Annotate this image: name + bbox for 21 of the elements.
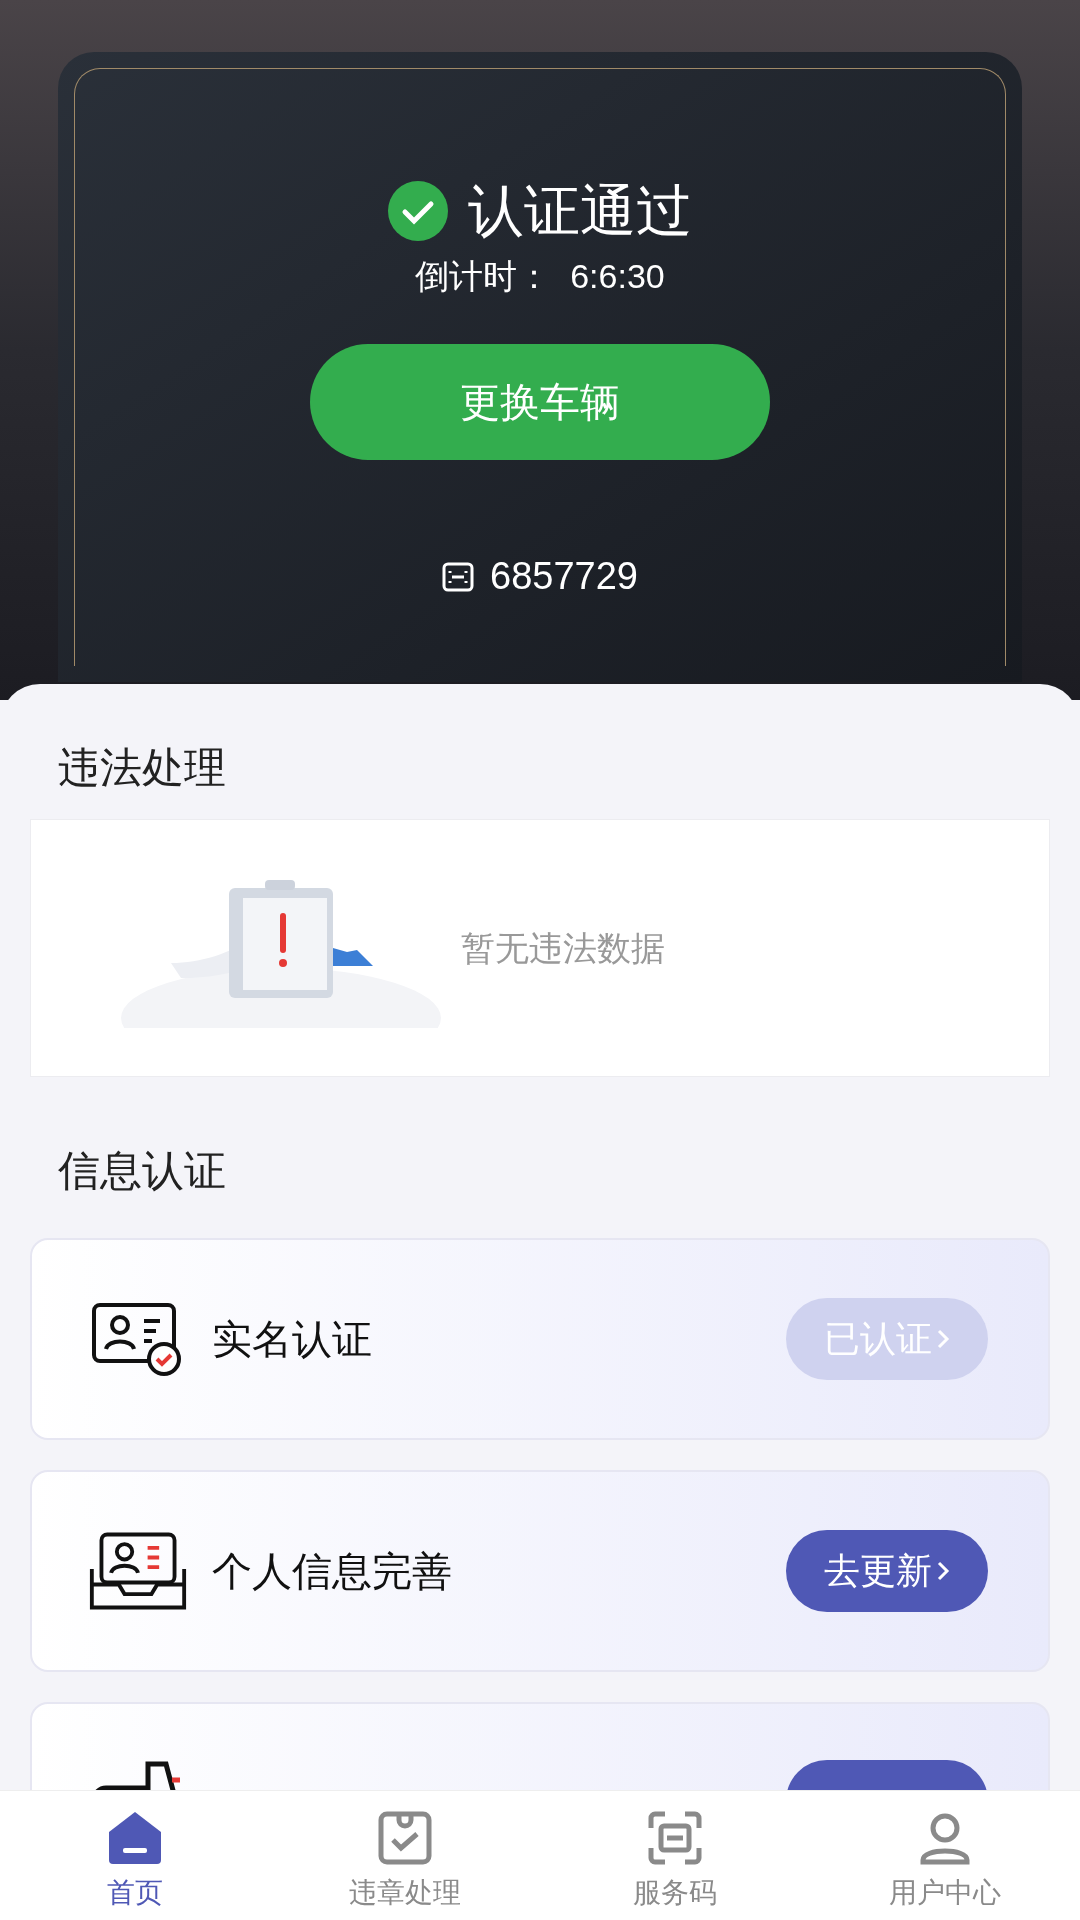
check-icon xyxy=(388,181,448,241)
nav-tab[interactable]: 用户中心 xyxy=(810,1791,1080,1920)
nav-tab[interactable]: 首页 xyxy=(0,1791,270,1920)
section-title: 违法处理 xyxy=(58,744,226,791)
status-title: 认证通过 xyxy=(468,183,692,239)
countdown-text: 倒计时： 6:6:30 xyxy=(415,256,665,297)
clipboard-check-icon xyxy=(377,1810,433,1866)
card-label: 个人信息完善 xyxy=(212,1548,452,1595)
plate-number: 6857729 xyxy=(490,554,638,599)
change-vehicle-button[interactable]: 更换车辆 xyxy=(310,344,770,460)
section-title: 信息认证 xyxy=(58,1147,226,1194)
action-button[interactable]: 去更新 xyxy=(786,1530,988,1612)
nav-tab[interactable]: 违章处理 xyxy=(270,1791,540,1920)
nav-tab[interactable]: 服务码 xyxy=(540,1791,810,1920)
plate-icon xyxy=(442,561,475,592)
chevron-icon xyxy=(936,1559,950,1583)
card-label: 实名认证 xyxy=(212,1316,372,1363)
info-card[interactable]: 个人信息完善 去更新 xyxy=(30,1470,1050,1672)
scan-icon xyxy=(647,1810,703,1866)
empty-state-text: 暂无违法数据 xyxy=(461,927,665,969)
chevron-icon xyxy=(936,1327,950,1351)
